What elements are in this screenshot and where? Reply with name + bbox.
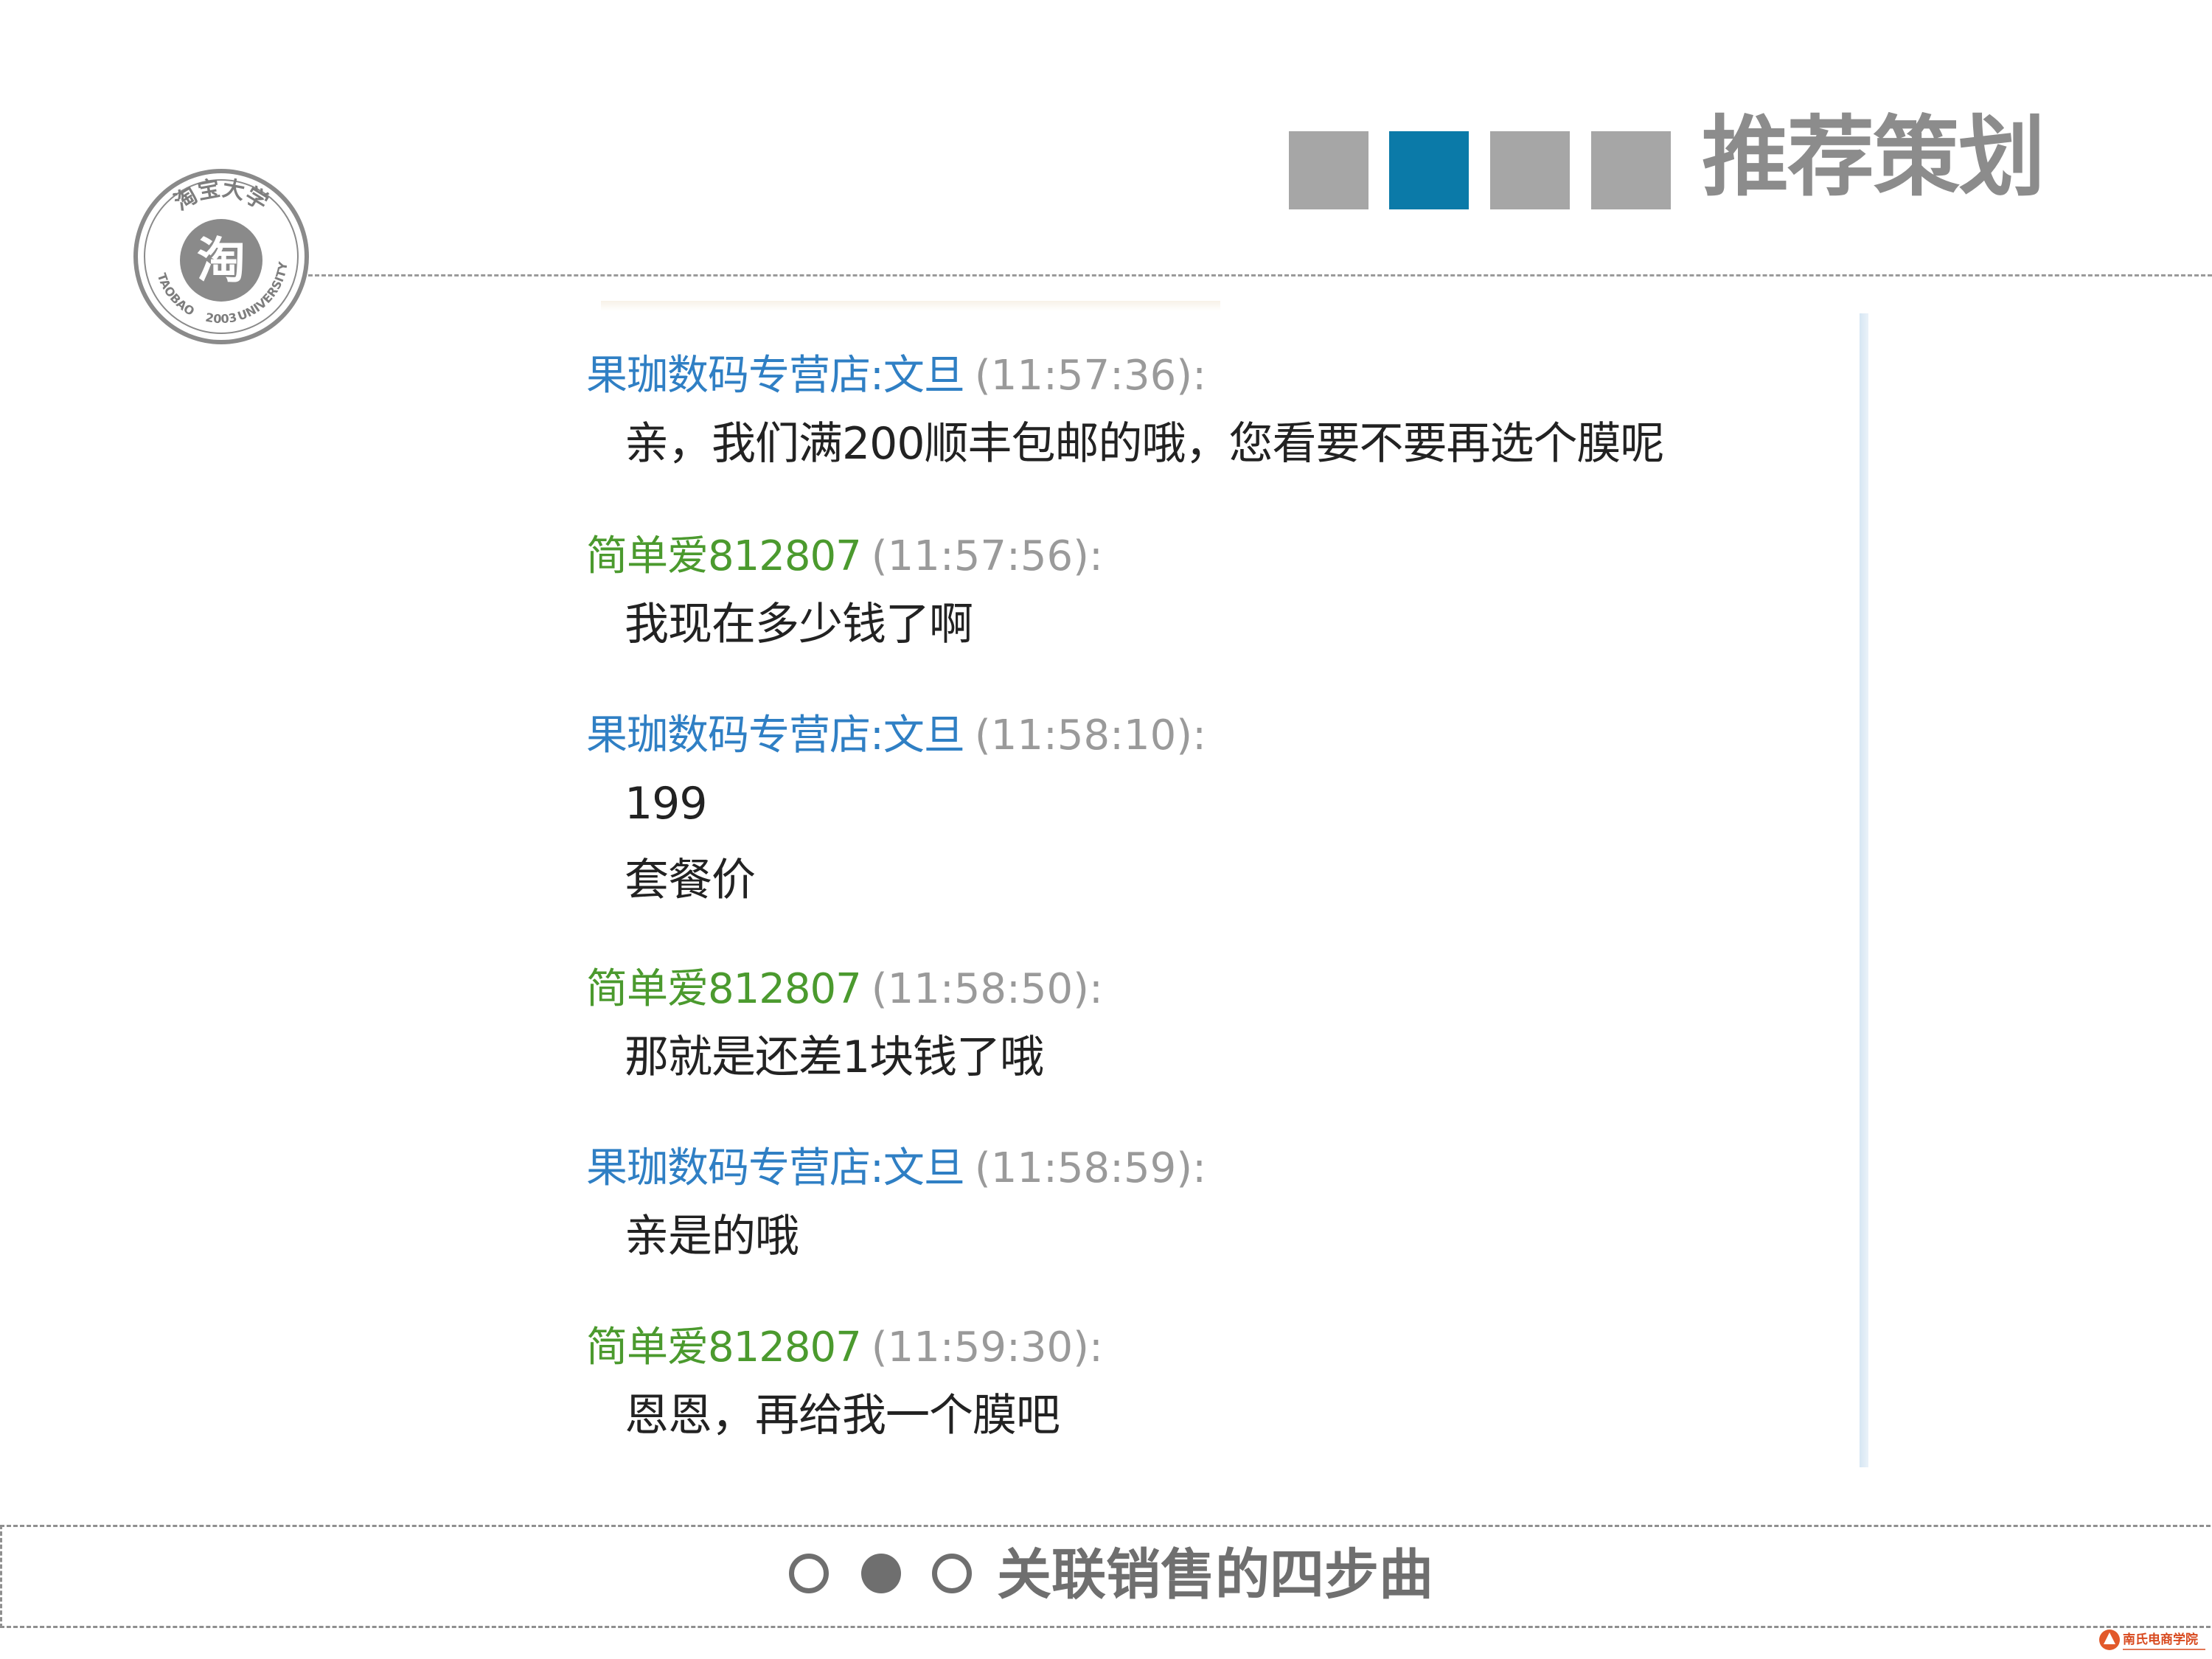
message-header: 简单爱812807 (11:59:30):	[586, 1318, 1840, 1377]
taobao-university-seal-icon: 淘宝大学 淘 TAOBAO 2003 UNIVERSITY	[133, 169, 309, 344]
message-time: (11:57:56):	[871, 532, 1103, 580]
message-header: 果珈数码专营店:文旦 (11:58:59):	[586, 1139, 1840, 1198]
chat-scrollbar[interactable]	[1860, 313, 1868, 1467]
chat-message: 简单爱812807 (11:58:50): 那就是还差1块钱了哦	[586, 960, 1840, 1096]
step-dot-hollow-icon	[932, 1554, 972, 1593]
message-header: 简单爱812807 (11:57:56):	[586, 527, 1840, 586]
message-text: 亲是的哦	[625, 1211, 799, 1262]
message-text: 套餐价	[625, 855, 756, 906]
chat-top-edge	[601, 301, 1220, 311]
chat-message: 简单爱812807 (11:59:30): 恩恩，再给我一个膜吧	[586, 1318, 1840, 1454]
seal-year-text: 2003	[204, 310, 238, 326]
message-time: (11:59:30):	[871, 1324, 1103, 1371]
message-time: (11:58:50):	[871, 965, 1103, 1013]
message-text: 那就是还差1块钱了哦	[625, 1032, 1044, 1083]
message-header: 果珈数码专营店:文旦 (11:57:36):	[586, 347, 1840, 406]
message-time: (11:57:36):	[974, 352, 1206, 400]
svg-text:2003: 2003	[204, 310, 238, 326]
message-time: (11:58:10):	[974, 712, 1206, 759]
seal-center-glyph: 淘	[197, 232, 246, 289]
chat-message: 果珈数码专营店:文旦 (11:58:10): 199 套餐价	[586, 706, 1840, 919]
message-sender: 果珈数码专营店:文旦	[586, 712, 965, 759]
message-sender: 简单爱812807	[586, 1324, 862, 1371]
message-sender: 果珈数码专营店:文旦	[586, 352, 965, 400]
step-dot-hollow-icon	[789, 1554, 829, 1593]
message-sender: 果珈数码专营店:文旦	[586, 1144, 965, 1192]
header-divider	[295, 274, 2212, 276]
message-header: 简单爱812807 (11:58:50):	[586, 960, 1840, 1019]
message-text: 恩恩，再给我一个膜吧	[625, 1390, 1060, 1441]
step-dot-filled-icon	[861, 1554, 901, 1593]
message-time: (11:58:59):	[974, 1144, 1206, 1192]
chat-message: 果珈数码专营店:文旦 (11:58:59): 亲是的哦	[586, 1139, 1840, 1275]
message-text: 我现在多少钱了啊	[625, 599, 973, 650]
step-square-2-active	[1389, 131, 1469, 209]
message-text: 亲，我们满200顺丰包邮的哦，您看要不要再选个膜呢	[625, 418, 1665, 470]
footer-title: 关联销售的四步曲	[997, 1543, 1433, 1607]
message-sender: 简单爱812807	[586, 532, 862, 580]
message-text: 199	[625, 778, 708, 830]
page-title: 推荐策划	[1702, 106, 2045, 208]
step-square-1	[1289, 131, 1368, 209]
school-logo-icon: 南氏电商学院	[2099, 1630, 2205, 1650]
message-sender: 简单爱812807	[586, 965, 862, 1013]
message-header: 果珈数码专营店:文旦 (11:58:10):	[586, 706, 1840, 765]
step-square-3	[1490, 131, 1570, 209]
chat-message: 简单爱812807 (11:57:56): 我现在多少钱了啊	[586, 527, 1840, 663]
step-square-4	[1591, 131, 1671, 209]
chat-message: 果珈数码专营店:文旦 (11:57:36): 亲，我们满200顺丰包邮的哦，您看要…	[586, 347, 1840, 482]
corner-logo-text: 南氏电商学院	[2123, 1632, 2198, 1647]
